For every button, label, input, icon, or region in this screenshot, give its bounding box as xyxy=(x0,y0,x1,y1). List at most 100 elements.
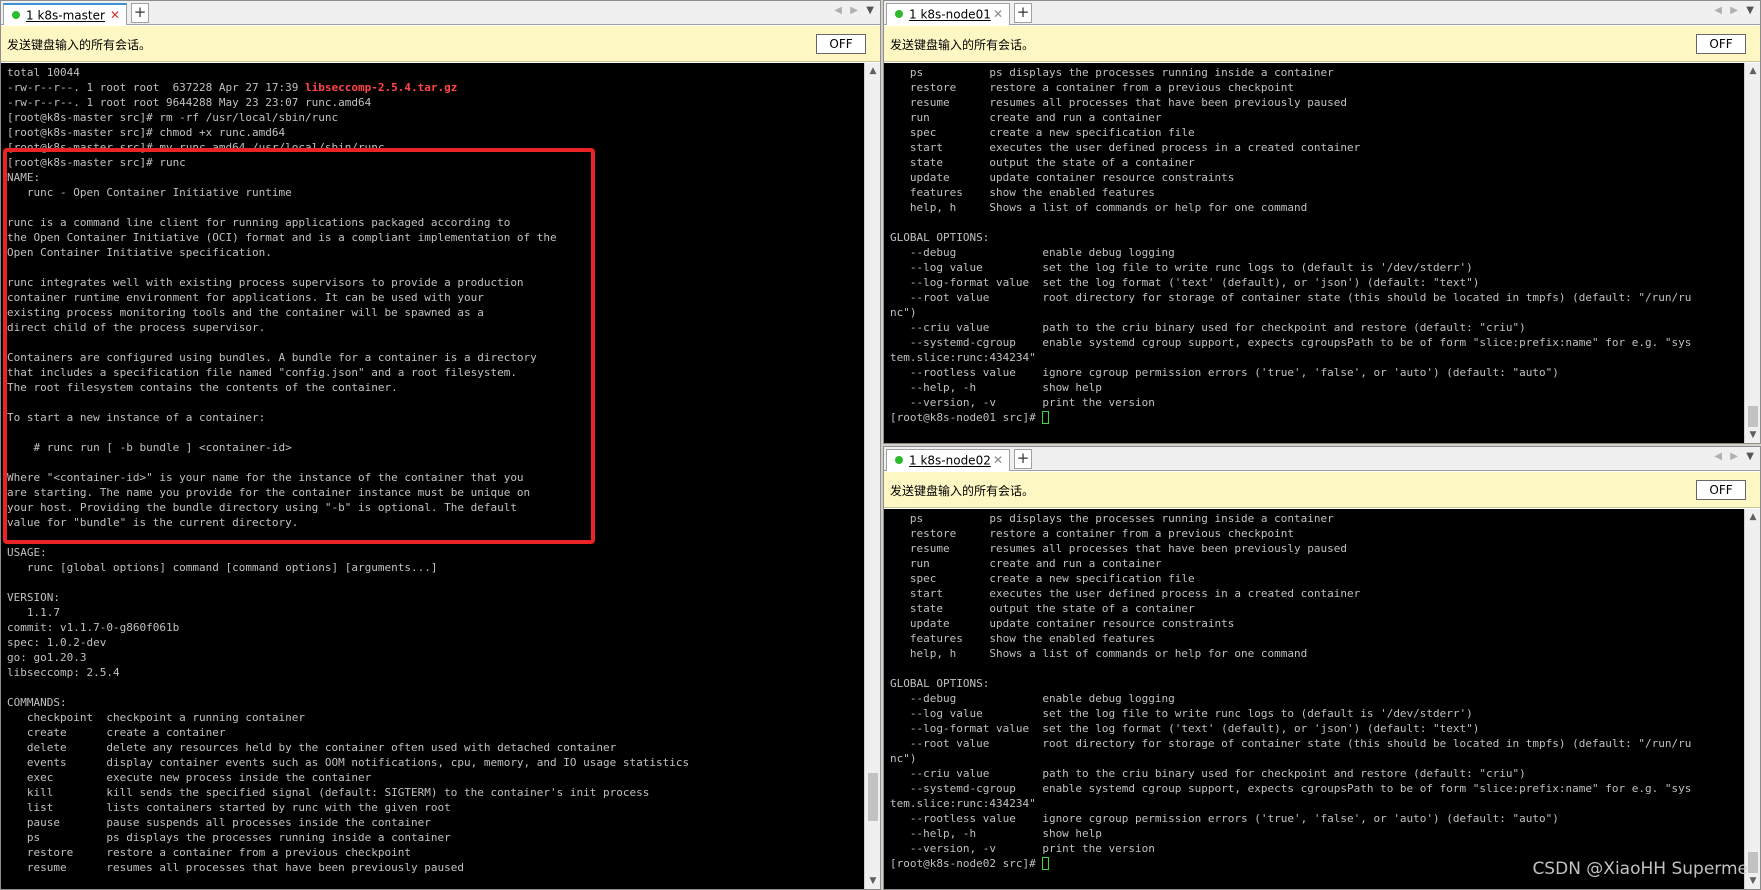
terminal-line-text: runc [global options] command [command o… xyxy=(7,561,438,574)
scroll-thumb[interactable] xyxy=(1748,852,1758,873)
terminal-line: [root@k8s-master src]# chmod +x runc.amd… xyxy=(7,125,858,140)
terminal-line-text: the Open Container Initiative (OCI) form… xyxy=(7,231,557,244)
close-icon[interactable]: ✕ xyxy=(110,5,120,25)
terminal-line-text: runc is a command line client for runnin… xyxy=(7,216,511,229)
terminal-line: runc [global options] command [command o… xyxy=(7,560,858,575)
terminal-line: --log-format value set the log format ('… xyxy=(890,721,1738,736)
broadcast-text: 发送键盘输入的所有会话。 xyxy=(890,484,1035,498)
tab-k8s-master[interactable]: 1 k8s-master ✕ xyxy=(3,3,127,25)
chevron-left-icon[interactable]: ◀ xyxy=(1714,5,1722,16)
scroll-up-icon[interactable]: ▲ xyxy=(865,63,880,79)
terminal-line-text: [root@k8s-master src]# runc xyxy=(7,156,186,169)
terminal-line: spec create a new specification file xyxy=(890,571,1738,586)
tab-k8s-node02[interactable]: 1 k8s-node02 ✕ xyxy=(886,449,1010,471)
terminal-line: --log-format value set the log format ('… xyxy=(890,275,1738,290)
terminal-line-text: GLOBAL OPTIONS: xyxy=(890,677,990,690)
terminal-line: resume resumes all processes that have b… xyxy=(7,860,858,875)
chevron-right-icon[interactable]: ▶ xyxy=(1730,451,1738,462)
chevron-left-icon[interactable]: ◀ xyxy=(834,5,842,16)
terminal-line: resume resumes all processes that have b… xyxy=(890,95,1738,110)
terminal-line: resume resumes all processes that have b… xyxy=(890,541,1738,556)
broadcast-off-button[interactable]: OFF xyxy=(1696,34,1746,54)
tab-bar: 1 k8s-node01 ✕ + ◀ ▶ ▼ xyxy=(884,1,1760,25)
terminal-line-text: run create and run a container xyxy=(890,111,1162,124)
scrollbar[interactable]: ▲ ▼ xyxy=(864,63,880,889)
terminal-line-text: spec: 1.0.2-dev xyxy=(7,636,107,649)
terminal-line: direct child of the process supervisor. xyxy=(7,320,858,335)
scroll-thumb[interactable] xyxy=(1748,406,1758,427)
terminal-line-text: --debug enable debug logging xyxy=(890,692,1175,705)
terminal-line-text: existing process monitoring tools and th… xyxy=(7,306,484,319)
terminal-line-text: spec create a new specification file xyxy=(890,572,1195,585)
terminal-line-text: go: go1.20.3 xyxy=(7,651,87,664)
tab-bar: 1 k8s-master ✕ + ◀ ▶ ▼ xyxy=(1,1,880,25)
terminal-line-text: help, h Shows a list of commands or help… xyxy=(890,201,1308,214)
terminal-line-text: USAGE: xyxy=(7,546,47,559)
terminal-output[interactable]: total 10044 -rw-r--r--. 1 root root 63722… xyxy=(1,63,864,889)
terminal-output[interactable]: ps ps displays the processes running ins… xyxy=(884,63,1744,443)
terminal-line-text: tem.slice:runc:434234" xyxy=(890,351,1036,364)
terminal-line-text: checkpoint checkpoint a running containe… xyxy=(7,711,306,724)
terminal-line: ps ps displays the processes running ins… xyxy=(890,65,1738,80)
terminal-pane-master: 1 k8s-master ✕ + ◀ ▶ ▼ 发送键盘输入的所有会话。 OFF … xyxy=(0,0,881,890)
plus-icon[interactable]: + xyxy=(1014,3,1032,23)
shell-prompt: [root@k8s-node02 src]# xyxy=(890,857,1043,870)
terminal-line-text: restore restore a container from a previ… xyxy=(890,81,1294,94)
scroll-down-icon[interactable]: ▼ xyxy=(865,873,880,889)
terminal-line: delete delete any resources held by the … xyxy=(7,740,858,755)
terminal-line: features show the enabled features xyxy=(890,631,1738,646)
terminal-line-text: runc integrates well with existing proce… xyxy=(7,276,524,289)
tab-k8s-node01[interactable]: 1 k8s-node01 ✕ xyxy=(886,3,1010,25)
terminal-line: go: go1.20.3 xyxy=(7,650,858,665)
terminal-line: -rw-r--r--. 1 root root 9644288 May 23 2… xyxy=(7,95,858,110)
terminal-line: the Open Container Initiative (OCI) form… xyxy=(7,230,858,245)
chevron-right-icon[interactable]: ▶ xyxy=(850,5,858,16)
terminal-line: --root value root directory for storage … xyxy=(890,736,1738,751)
chevron-down-icon[interactable]: ▼ xyxy=(1746,5,1754,16)
plus-icon[interactable]: + xyxy=(1014,449,1032,469)
terminal-line: update update container resource constra… xyxy=(890,616,1738,631)
broadcast-bar: 发送键盘输入的所有会话。 OFF xyxy=(1,26,880,62)
terminal-line: checkpoint checkpoint a running containe… xyxy=(7,710,858,725)
terminal-line: --version, -v print the version xyxy=(890,841,1738,856)
green-dot-icon xyxy=(895,9,903,18)
terminal-line-text: state output the state of a container xyxy=(890,156,1195,169)
terminal-line: --rootless value ignore cgroup permissio… xyxy=(890,365,1738,380)
broadcast-off-button[interactable]: OFF xyxy=(816,34,866,54)
terminal-line: existing process monitoring tools and th… xyxy=(7,305,858,320)
terminal-line: Where "<container-id>" is your name for … xyxy=(7,470,858,485)
scrollbar[interactable]: ▲ ▼ xyxy=(1744,63,1760,443)
terminal-line-text: [root@k8s-master src]# chmod +x runc.amd… xyxy=(7,126,286,139)
green-dot-icon xyxy=(12,10,20,19)
scroll-thumb[interactable] xyxy=(868,773,878,821)
scrollbar[interactable]: ▲ ▼ xyxy=(1744,509,1760,889)
terminal-line: spec: 1.0.2-dev xyxy=(7,635,858,650)
terminal-line: --root value root directory for storage … xyxy=(890,290,1738,305)
terminal-line-text: that includes a specification file named… xyxy=(7,366,517,379)
terminal-line: --log value set the log file to write ru… xyxy=(890,706,1738,721)
close-icon[interactable]: ✕ xyxy=(993,450,1003,470)
terminal-output[interactable]: ps ps displays the processes running ins… xyxy=(884,509,1744,889)
tab-label: 1 k8s-node01 xyxy=(909,7,991,22)
terminal-line: [root@k8s-master src]# runc xyxy=(7,155,858,170)
chevron-left-icon[interactable]: ◀ xyxy=(1714,451,1722,462)
terminal-line: NAME: xyxy=(7,170,858,185)
close-icon[interactable]: ✕ xyxy=(993,4,1003,24)
scroll-up-icon[interactable]: ▲ xyxy=(1745,509,1760,525)
chevron-down-icon[interactable]: ▼ xyxy=(866,5,874,16)
chevron-down-icon[interactable]: ▼ xyxy=(1746,451,1754,462)
terminal-line-text: To start a new instance of a container: xyxy=(7,411,266,424)
plus-icon[interactable]: + xyxy=(131,3,149,23)
terminal-line-text: nc") xyxy=(890,306,917,319)
terminal-line: # runc run [ -b bundle ] <container-id> xyxy=(7,440,858,455)
terminal-line-text: help, h Shows a list of commands or help… xyxy=(890,647,1308,660)
terminal-line: features show the enabled features xyxy=(890,185,1738,200)
terminal-line-text: --log-format value set the log format ('… xyxy=(890,276,1480,289)
scroll-down-icon[interactable]: ▼ xyxy=(1745,427,1760,443)
broadcast-off-button[interactable]: OFF xyxy=(1696,480,1746,500)
chevron-right-icon[interactable]: ▶ xyxy=(1730,5,1738,16)
scroll-up-icon[interactable]: ▲ xyxy=(1745,63,1760,79)
